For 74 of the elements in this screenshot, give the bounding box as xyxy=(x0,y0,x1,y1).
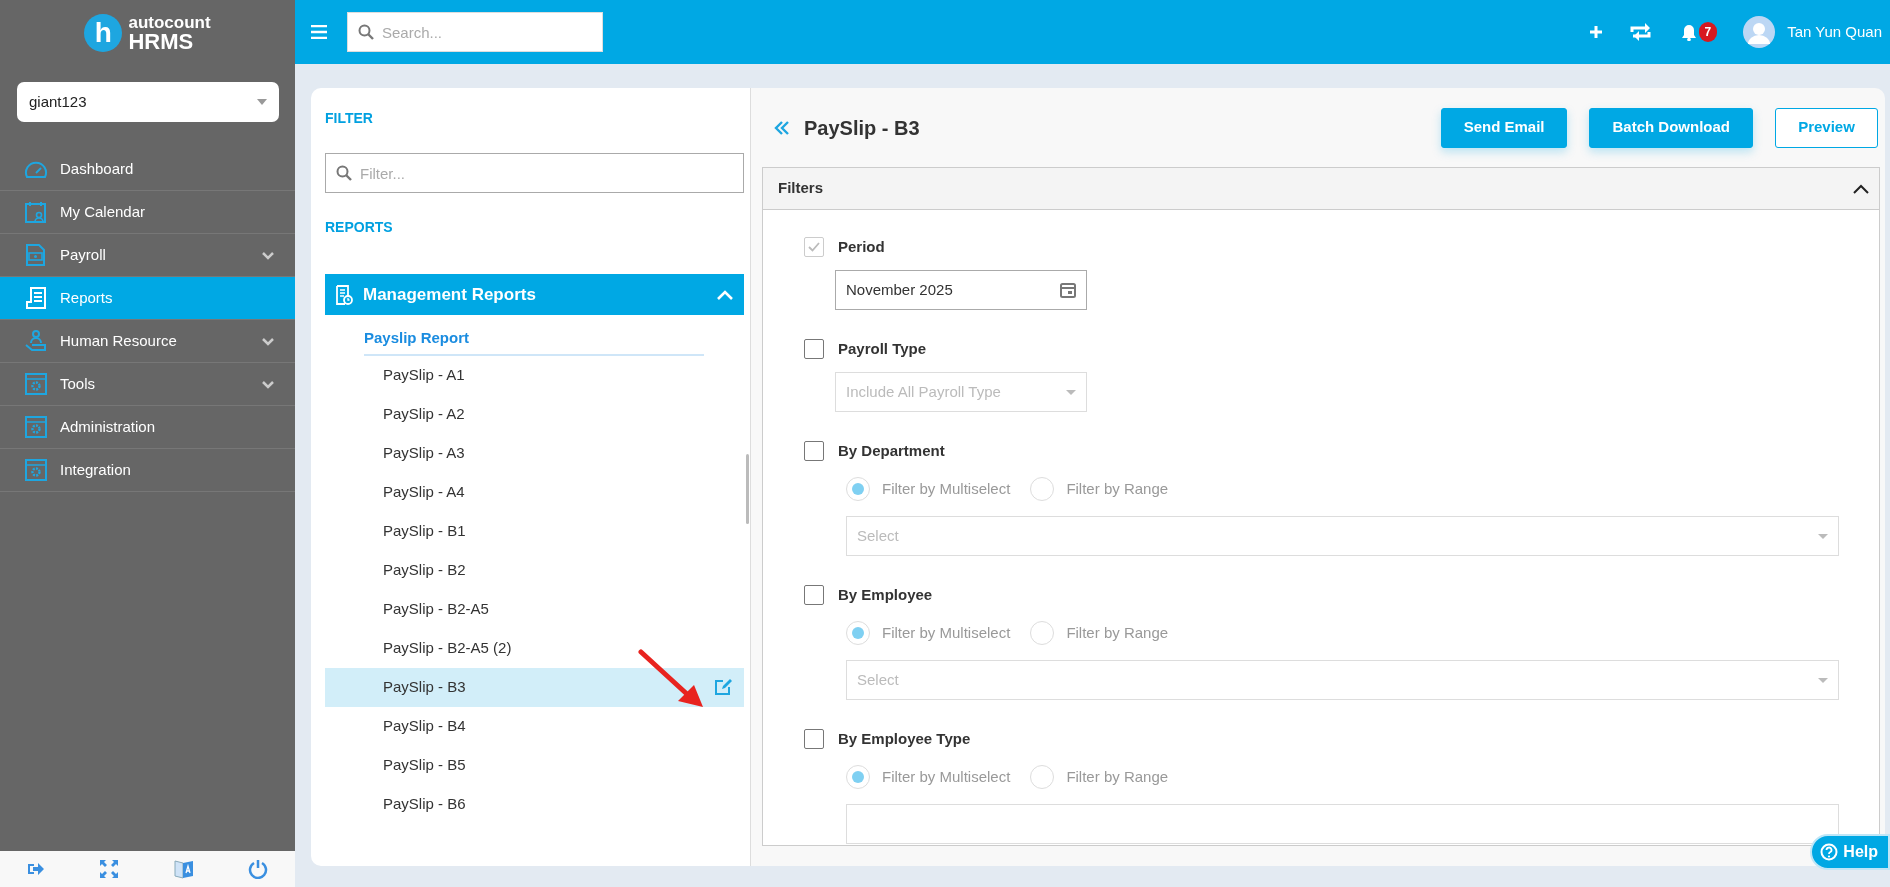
field-label: By Employee Type xyxy=(838,728,971,749)
gear-window-icon xyxy=(24,415,48,439)
dropdown-caret-icon xyxy=(1066,389,1076,395)
report-item[interactable]: PaySlip - B2-A5 xyxy=(325,589,744,629)
calendar-icon xyxy=(1060,282,1076,298)
menu-icon[interactable] xyxy=(311,25,327,39)
chevron-up-icon[interactable] xyxy=(1853,183,1869,194)
report-item[interactable]: PaySlip - B1 xyxy=(325,511,744,551)
radio-option[interactable]: Filter by Range xyxy=(1030,477,1169,501)
checkbox[interactable] xyxy=(804,729,824,749)
section-heading: FILTER xyxy=(325,109,374,128)
radio-option[interactable]: Filter by Multiselect xyxy=(846,621,1011,645)
radio-option[interactable]: Filter by Range xyxy=(1030,765,1169,789)
report-item[interactable]: PaySlip - B2-A5 (2) xyxy=(325,628,744,668)
person-hand-icon xyxy=(24,329,48,353)
dropdown-caret-icon xyxy=(1818,677,1828,683)
report-item[interactable]: PaySlip - B5 xyxy=(325,745,744,785)
dropdown-caret-icon xyxy=(1818,533,1828,539)
sidebar-item[interactable]: Tools xyxy=(0,363,295,406)
field-label: By Employee xyxy=(838,584,933,605)
section-title: Payslip Report xyxy=(364,327,704,356)
plus-icon[interactable] xyxy=(1588,25,1603,39)
checkbox[interactable] xyxy=(804,339,824,359)
report-clock-icon xyxy=(335,284,353,305)
dropdown-caret-icon xyxy=(257,99,267,105)
report-item[interactable]: PaySlip - A2 xyxy=(325,394,744,434)
radio-option[interactable]: Filter by Multiselect xyxy=(846,477,1011,501)
report-item[interactable]: PaySlip - B6 xyxy=(325,784,744,824)
radio-option[interactable]: Filter by Multiselect xyxy=(846,765,1011,789)
calendar-icon xyxy=(24,200,48,224)
edit-icon[interactable] xyxy=(714,678,732,696)
logo-badge: h xyxy=(84,14,123,52)
brand-name: autocount xyxy=(128,13,211,31)
select-field[interactable] xyxy=(846,804,1839,844)
workspace-select[interactable]: giant123 xyxy=(17,82,279,122)
field-label: By Department xyxy=(838,440,945,461)
scrollbar-thumb[interactable] xyxy=(746,454,749,524)
sidebar-item[interactable]: Integration xyxy=(0,449,295,492)
report-item[interactable]: PaySlip - A3 xyxy=(325,433,744,473)
translate-icon[interactable] xyxy=(173,859,194,879)
power-icon[interactable] xyxy=(247,859,268,879)
gear-window-icon xyxy=(24,458,48,482)
sidebar-item[interactable]: My Calendar xyxy=(0,191,295,234)
report-item[interactable]: PaySlip - A1 xyxy=(325,355,744,395)
filter-field[interactable]: Filter... xyxy=(325,153,744,193)
help-circle-icon xyxy=(1820,843,1839,861)
sidebar-item[interactable]: Dashboard xyxy=(0,148,295,191)
report-item[interactable]: PaySlip - B2 xyxy=(325,550,744,590)
filters-title: Filters xyxy=(778,178,823,199)
document-icon xyxy=(24,286,48,310)
field-label: Payroll Type xyxy=(838,338,927,359)
pointer-arrow xyxy=(638,649,704,709)
report-title: PaySlip - B3 xyxy=(804,115,920,140)
brand-name: HRMS xyxy=(128,30,195,53)
report-item[interactable]: PaySlip - B3 xyxy=(325,667,744,707)
sidebar-item[interactable]: Human Resource xyxy=(0,320,295,363)
notification-badge: 7 xyxy=(1698,22,1718,42)
sidebar-item[interactable]: Administration xyxy=(0,406,295,449)
search-field[interactable]: Search... xyxy=(347,12,603,52)
radio-option[interactable]: Filter by Range xyxy=(1030,621,1169,645)
section-heading: REPORTS xyxy=(325,218,394,237)
fullscreen-icon[interactable] xyxy=(99,859,120,879)
checkmark-icon xyxy=(808,242,820,252)
avatar-icon[interactable] xyxy=(1743,16,1776,48)
field-label: Period xyxy=(838,236,885,257)
exit-icon[interactable] xyxy=(27,861,46,877)
report-item[interactable]: PaySlip - A4 xyxy=(325,472,744,512)
report-item[interactable]: PaySlip - B4 xyxy=(325,706,744,746)
gear-window-icon xyxy=(24,372,48,396)
checkbox[interactable] xyxy=(804,585,824,605)
double-chevron-left-icon[interactable] xyxy=(774,119,790,136)
bell-icon[interactable] xyxy=(1680,23,1697,41)
checkbox[interactable] xyxy=(804,441,824,461)
money-document-icon xyxy=(24,243,48,267)
